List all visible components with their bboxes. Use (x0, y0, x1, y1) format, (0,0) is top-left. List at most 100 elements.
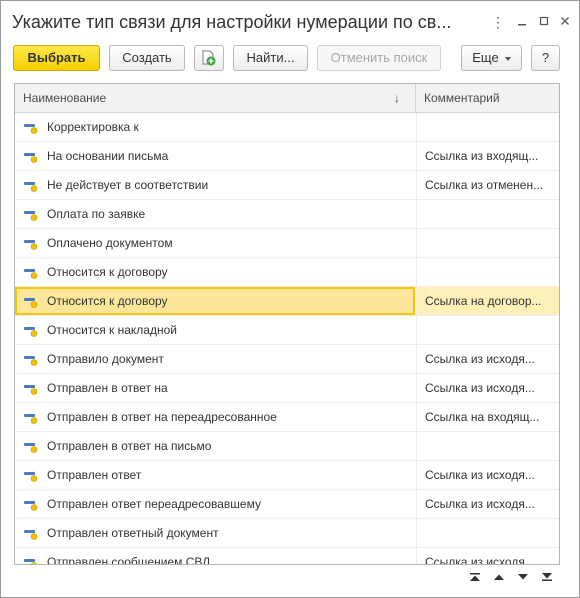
find-button[interactable]: Найти... (233, 45, 308, 71)
row-name: Относится к договору (47, 294, 168, 308)
cell-comment: Ссылка на входящ... (416, 403, 559, 431)
cell-name: Отправлен ответ (15, 461, 415, 489)
cell-name: Отправило документ (15, 345, 415, 373)
table-row[interactable]: Отправило документ Ссылка из исходя... (15, 345, 559, 374)
table-row[interactable]: Не действует в соответствии Ссылка из отм… (15, 171, 559, 200)
table-row[interactable]: На основании письма Ссылка из входящ... (15, 142, 559, 171)
cell-comment: Ссылка из входящ... (416, 142, 559, 170)
cell-comment (416, 200, 559, 228)
cell-name: Отправлен в ответ на переадресованное (15, 403, 415, 431)
table-row[interactable]: Оплачено документом (15, 229, 559, 258)
row-name: На основании письма (47, 149, 169, 163)
more-menu-label: Еще (472, 50, 499, 65)
page-down-icon (518, 574, 528, 580)
cell-comment (416, 519, 559, 547)
reference-item-icon (24, 327, 38, 337)
first-page-button[interactable] (464, 567, 486, 585)
close-button[interactable] (554, 11, 576, 33)
cell-comment: Ссылка из исходя... (416, 490, 559, 518)
reference-item-icon (24, 501, 38, 511)
row-name: Оплачено документом (47, 236, 173, 250)
table-row[interactable]: Относится к накладной (15, 316, 559, 345)
cell-name: На основании письма (15, 142, 415, 170)
cell-comment (416, 229, 559, 257)
cancel-search-button[interactable]: Отменить поиск (317, 45, 441, 71)
table-row[interactable]: Относится к договору Ссылка на договор... (15, 287, 559, 316)
cell-comment: Ссылка на договор... (416, 287, 559, 315)
maximize-icon (539, 16, 549, 26)
row-name: Отправлен сообщением СВД (47, 555, 211, 565)
reference-item-icon (24, 182, 38, 192)
more-actions-icon[interactable]: ⋮ (487, 11, 509, 33)
copy-button[interactable] (194, 45, 224, 71)
items-table[interactable]: Наименование ↓ Комментарий Корректировка… (14, 83, 560, 565)
cell-name: Отправлен ответ переадресовавшему (15, 490, 415, 518)
reference-item-icon (24, 211, 38, 221)
row-comment: Ссылка из исходя... (425, 381, 535, 395)
cell-comment: Ссылка из исходя... (416, 374, 559, 402)
row-name: Относится к договору (47, 265, 168, 279)
help-button[interactable]: ? (531, 45, 560, 71)
reference-item-icon (24, 153, 38, 163)
table-body: Корректировка к На основании письма Ссылка… (15, 113, 559, 565)
dialog-window: Укажите тип связи для настройки нумераци… (0, 0, 580, 598)
reference-item-icon (24, 269, 38, 279)
add-document-icon (202, 50, 216, 66)
select-button[interactable]: Выбрать (13, 45, 100, 71)
first-page-icon (470, 573, 480, 581)
reference-item-icon (24, 385, 38, 395)
column-header-comment[interactable]: Комментарий (416, 84, 559, 113)
cell-name: Отправлен в ответ на письмо (15, 432, 415, 460)
table-row[interactable]: Отправлен в ответ на переадресованное Ссы… (15, 403, 559, 432)
row-comment: Ссылка из исходя... (425, 468, 535, 482)
row-comment: Ссылка из исходя... (425, 555, 535, 565)
row-comment: Ссылка из входящ... (425, 149, 539, 163)
cell-comment (416, 258, 559, 286)
cell-comment (416, 113, 559, 141)
last-page-button[interactable] (536, 567, 558, 585)
create-button[interactable]: Создать (109, 45, 185, 71)
table-row[interactable]: Оплата по заявке (15, 200, 559, 229)
table-row[interactable]: Отправлен ответный документ (15, 519, 559, 548)
table-row[interactable]: Отправлен в ответ на письмо (15, 432, 559, 461)
cell-name: Не действует в соответствии (15, 171, 415, 199)
row-comment: Ссылка из исходя... (425, 497, 535, 511)
maximize-button[interactable] (533, 11, 555, 33)
cell-name: Отправлен сообщением СВД (15, 548, 415, 565)
row-comment: Ссылка из исходя... (425, 352, 535, 366)
row-name: Отправлен в ответ на (47, 381, 168, 395)
table-row[interactable]: Отправлен ответ Ссылка из исходя... (15, 461, 559, 490)
row-name: Отправлен ответ (47, 468, 142, 482)
cell-name: Отправлен в ответ на (15, 374, 415, 402)
reference-item-icon (24, 240, 38, 250)
table-row[interactable]: Отправлен ответ переадресовавшему Ссылка … (15, 490, 559, 519)
cell-comment: Ссылка из исходя... (416, 345, 559, 373)
table-row[interactable]: Относится к договору (15, 258, 559, 287)
cell-name: Относится к договору (15, 287, 415, 315)
cell-comment (416, 432, 559, 460)
column-header-comment-label: Комментарий (424, 91, 500, 105)
reference-item-icon (24, 530, 38, 540)
page-down-button[interactable] (512, 567, 534, 585)
table-row[interactable]: Отправлен в ответ на Ссылка из исходя... (15, 374, 559, 403)
page-up-button[interactable] (488, 567, 510, 585)
row-comment: Ссылка на договор... (425, 294, 542, 308)
reference-item-icon (24, 124, 38, 134)
reference-item-icon (24, 559, 37, 564)
cell-name: Оплачено документом (15, 229, 415, 257)
minimize-button[interactable] (511, 11, 533, 33)
table-row[interactable]: Корректировка к (15, 113, 559, 142)
row-comment: Ссылка из отменен... (425, 178, 544, 192)
column-header-name[interactable]: Наименование (15, 84, 415, 113)
cell-comment: Ссылка из отменен... (416, 171, 559, 199)
sort-descending-icon: ↓ (394, 91, 400, 105)
row-comment: Ссылка на входящ... (425, 410, 540, 424)
reference-item-icon (24, 414, 38, 424)
cell-name: Относится к договору (15, 258, 415, 286)
minimize-icon (518, 24, 526, 26)
more-menu-button[interactable]: Еще (461, 45, 522, 71)
cell-name: Относится к накладной (15, 316, 415, 344)
table-row[interactable]: Отправлен сообщением СВД Ссылка из исходя… (15, 548, 559, 565)
page-up-icon (494, 574, 504, 580)
row-name: Отправлен в ответ на письмо (47, 439, 212, 453)
